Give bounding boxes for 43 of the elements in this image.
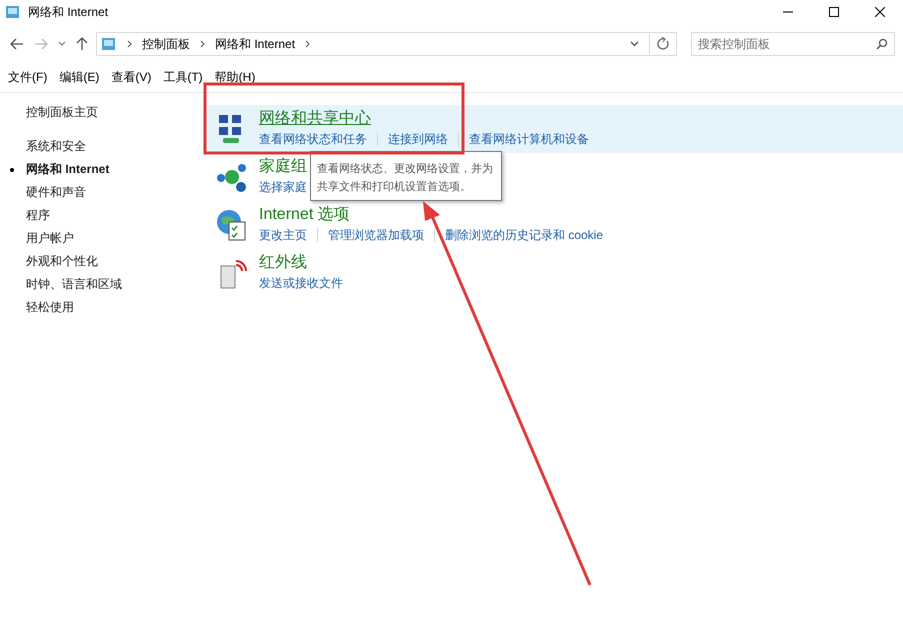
- menu-item[interactable]: 帮助(H): [208, 68, 262, 86]
- breadcrumb[interactable]: 网络和 Internet: [215, 36, 296, 52]
- menu-item[interactable]: 文件(F): [2, 68, 54, 86]
- chevron-icon: [127, 40, 132, 48]
- chevron-icon: [200, 40, 205, 48]
- sidebar-item[interactable]: 网络和 Internet: [10, 158, 110, 181]
- task-link[interactable]: 查看网络状态和任务: [259, 132, 377, 146]
- category-highlight[interactable]: 网络和共享中心 查看网络状态和任务 连接到网络 查看网络计算机和设备: [203, 105, 903, 153]
- category-title-link[interactable]: 红外线: [259, 252, 307, 273]
- task-link[interactable]: 删除浏览的历史记录和 cookie: [434, 228, 614, 242]
- sidebar-item[interactable]: 程序: [10, 204, 50, 227]
- tooltip-text: 查看网络状态、更改网络设置，并为共享文件和打印机设置首选项。: [317, 162, 494, 195]
- category-title-link[interactable]: 网络和共享中心: [259, 108, 371, 129]
- menu-item[interactable]: 编辑(E): [53, 68, 106, 86]
- folder-icon: [101, 36, 117, 52]
- menu-item[interactable]: 工具(T): [157, 68, 209, 86]
- window-title: 网络和 Internet: [28, 4, 110, 20]
- menu-item[interactable]: 查看(V): [105, 68, 158, 86]
- search-icon[interactable]: [876, 38, 888, 50]
- minimize-icon: [783, 11, 793, 13]
- task-link[interactable]: 发送或接收文件: [259, 276, 353, 290]
- sidebar-item[interactable]: 硬件和声音: [10, 181, 86, 204]
- chevron-icon: [305, 40, 310, 48]
- caret-icon: [58, 41, 66, 47]
- dropdown-chevron-icon[interactable]: [630, 41, 639, 47]
- task-link[interactable]: 连接到网络: [377, 132, 458, 146]
- sidebar-item[interactable]: 时钟、语言和区域: [10, 273, 122, 296]
- breadcrumb[interactable]: 控制面板: [142, 36, 190, 52]
- close-icon: [875, 7, 885, 17]
- sidebar-item[interactable]: 用户帐户: [10, 227, 74, 250]
- search-field[interactable]: 搜索控制面板: [691, 32, 895, 56]
- task-link[interactable]: 管理浏览器加载项: [317, 228, 434, 242]
- sidebar-item[interactable]: 轻松使用: [10, 296, 74, 319]
- maximize-icon: [829, 7, 839, 17]
- task-link[interactable]: 查看网络计算机和设备: [458, 132, 599, 146]
- address-bar[interactable]: 控制面板 网络和 Internet: [96, 32, 677, 56]
- sidebar-item[interactable]: 外观和个性化: [10, 250, 98, 273]
- category-title-link[interactable]: Internet 选项: [259, 204, 350, 225]
- sidebar-link[interactable]: 控制面板主页: [26, 105, 98, 119]
- category-title-link[interactable]: 家庭组: [259, 156, 307, 177]
- sidebar-item[interactable]: 系统和安全: [10, 135, 86, 158]
- folder-icon: [5, 4, 21, 20]
- task-link[interactable]: 更改主页: [259, 228, 317, 242]
